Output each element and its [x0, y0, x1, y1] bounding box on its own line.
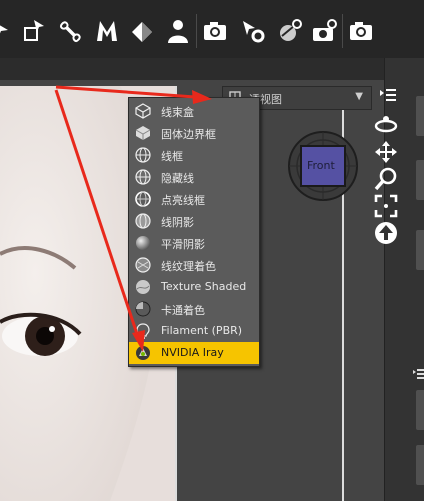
annotation-arrow-line	[55, 85, 196, 99]
annotation-arrowhead	[132, 330, 145, 352]
annotation-arrow-line	[54, 89, 140, 338]
annotation-arrowhead	[192, 90, 212, 104]
annotation-arrows	[54, 85, 212, 352]
